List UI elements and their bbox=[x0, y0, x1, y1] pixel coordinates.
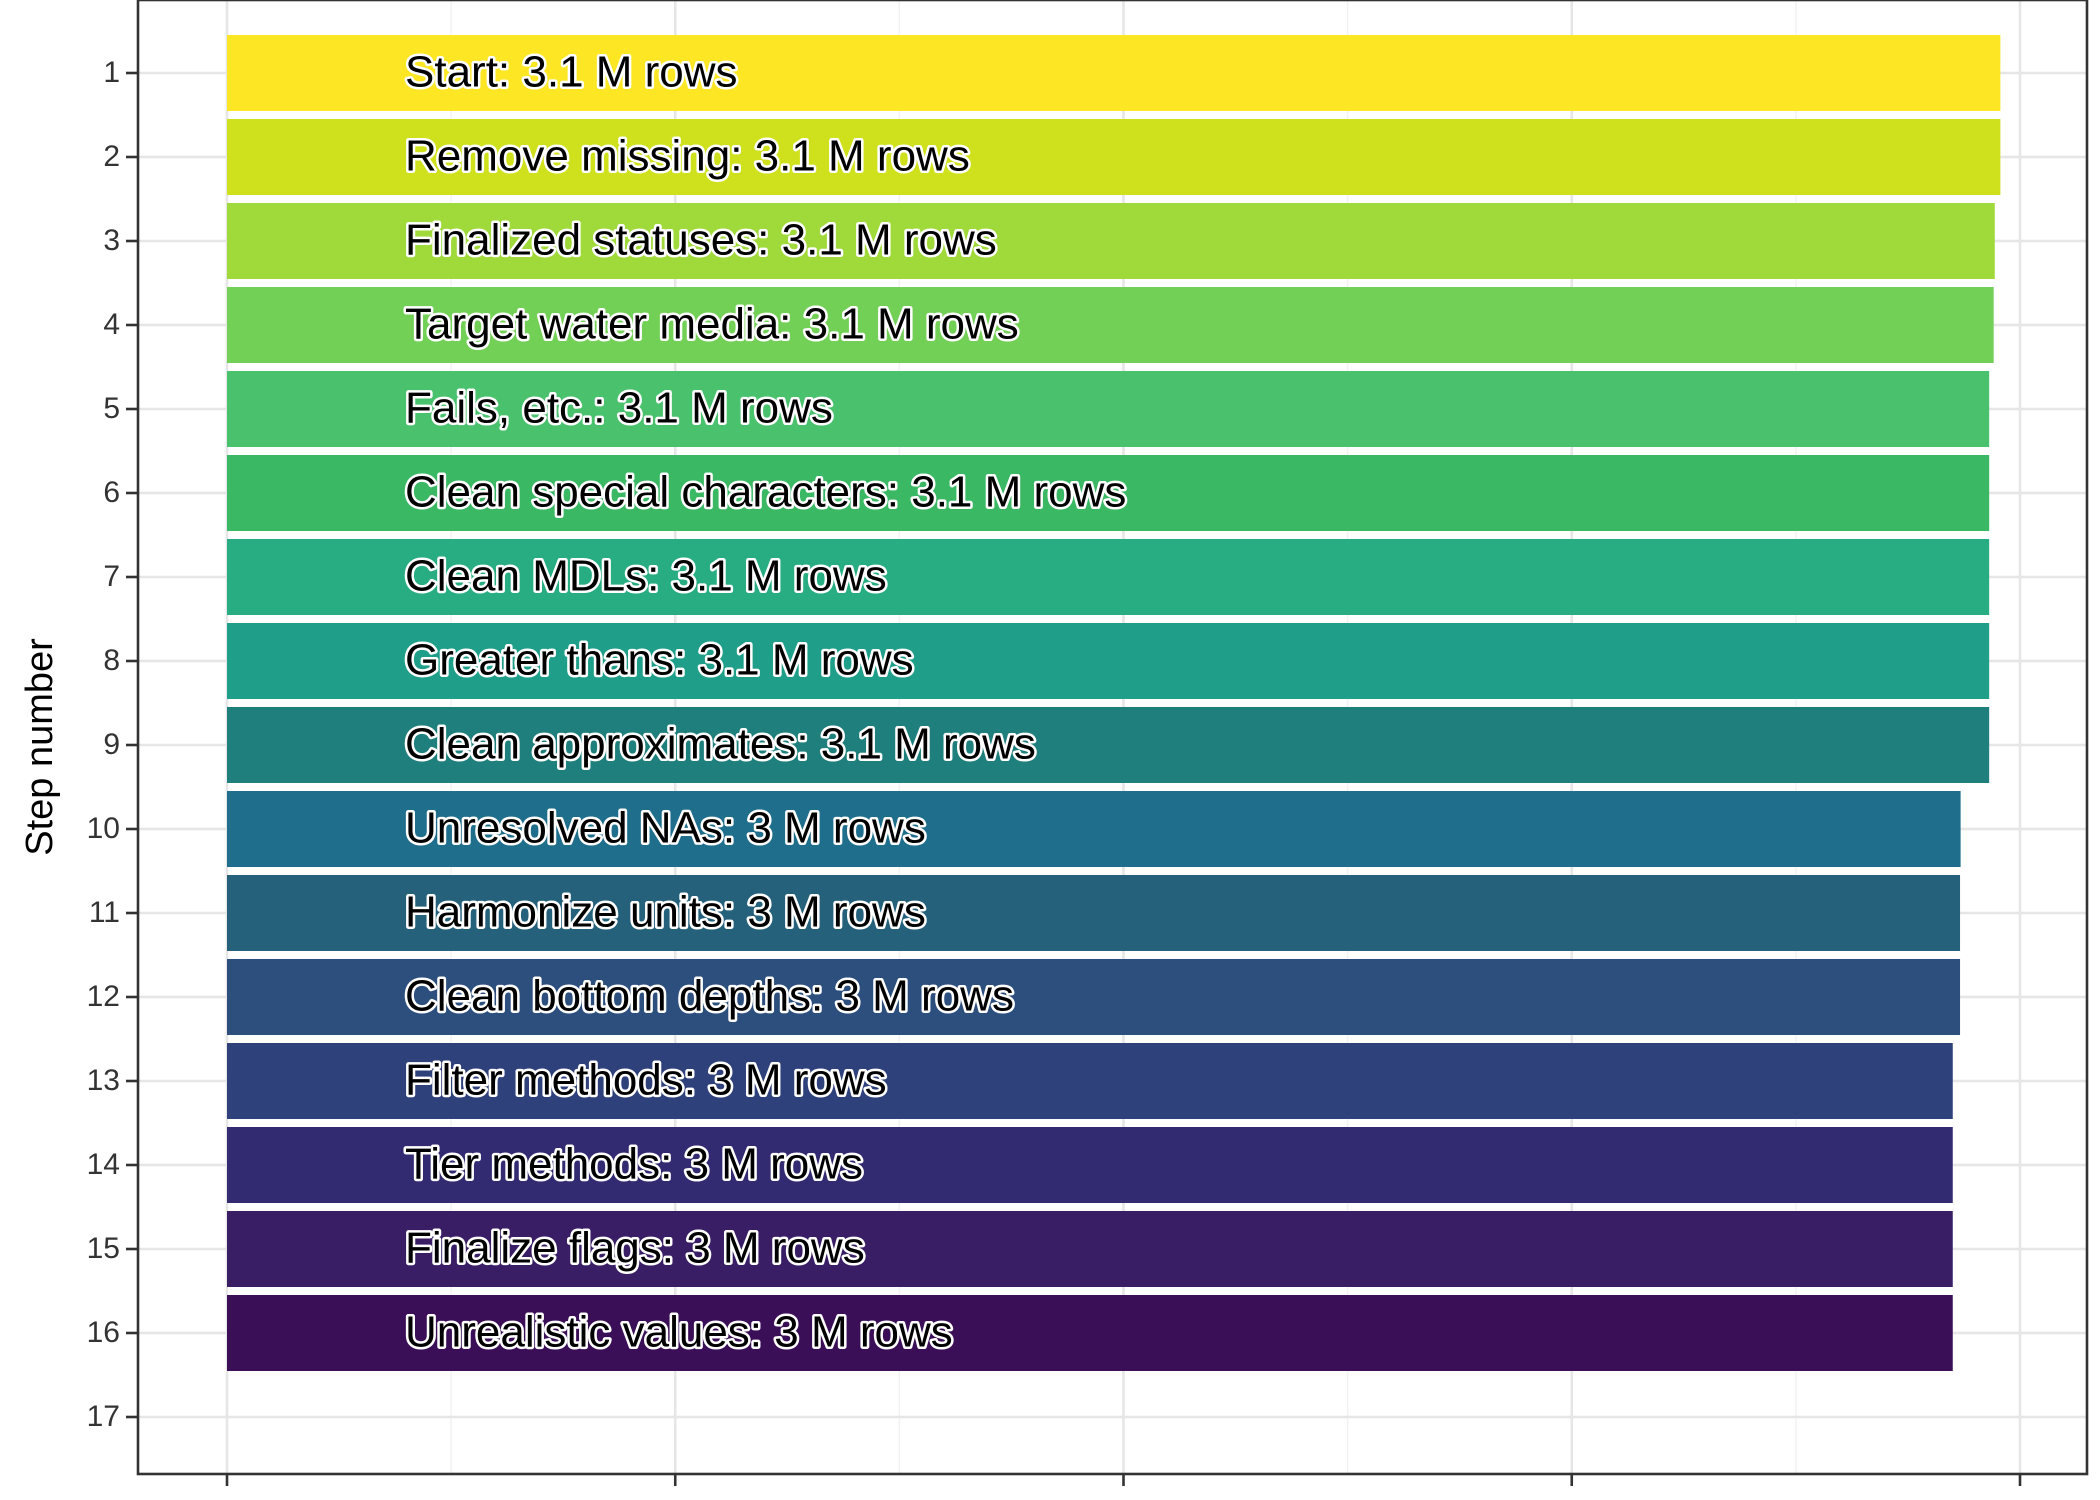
y-tick-label: 9 bbox=[103, 728, 120, 761]
y-tick-label: 2 bbox=[103, 140, 120, 173]
bar-label-step-6: Clean special characters: 3.1 M rows bbox=[405, 468, 1126, 517]
bar-label-step-11: Harmonize units: 3 M rows bbox=[405, 888, 926, 937]
bar-label-step-14: Tier methods: 3 M rows bbox=[405, 1140, 863, 1189]
bar-label-step-4: Target water media: 3.1 M rows bbox=[405, 300, 1019, 349]
step-bar-chart: Start: 3.1 M rows Remove missing: 3.1 M r… bbox=[0, 0, 2100, 1500]
y-tick-label: 8 bbox=[103, 644, 120, 677]
y-tick-label: 16 bbox=[87, 1316, 120, 1349]
bar-label-step-16: Unrealistic values: 3 M rows bbox=[405, 1308, 953, 1357]
y-tick-label: 7 bbox=[103, 560, 120, 593]
y-tick-label: 10 bbox=[87, 812, 120, 845]
y-tick-label: 15 bbox=[87, 1232, 120, 1265]
bar-label-step-1: Start: 3.1 M rows bbox=[405, 48, 738, 97]
y-tick-label: 3 bbox=[103, 224, 120, 257]
bar-label-step-15: Finalize flags: 3 M rows bbox=[405, 1224, 865, 1273]
y-tick-label: 6 bbox=[103, 476, 120, 509]
y-tick-label: 14 bbox=[87, 1148, 120, 1181]
bar-label-step-9: Clean approximates: 3.1 M rows bbox=[405, 720, 1036, 769]
bar-label-step-13: Filter methods: 3 M rows bbox=[405, 1056, 887, 1105]
y-tick-label: 11 bbox=[89, 896, 120, 929]
y-tick-label: 5 bbox=[103, 392, 120, 425]
bar-label-step-12: Clean bottom depths: 3 M rows bbox=[405, 972, 1014, 1021]
y-tick-label: 12 bbox=[87, 980, 120, 1013]
bar-label-step-7: Clean MDLs: 3.1 M rows bbox=[405, 552, 887, 601]
bar-label-step-8: Greater thans: 3.1 M rows bbox=[405, 636, 914, 685]
y-tick-label: 17 bbox=[87, 1400, 120, 1433]
y-axis-title: Step number bbox=[19, 638, 61, 856]
bar-label-step-2: Remove missing: 3.1 M rows bbox=[405, 132, 970, 181]
bar-label-step-3: Finalized statuses: 3.1 M rows bbox=[405, 216, 997, 265]
y-tick-label: 1 bbox=[103, 56, 120, 89]
y-tick-label: 4 bbox=[103, 308, 120, 341]
bar-label-step-10: Unresolved NAs: 3 M rows bbox=[405, 804, 926, 853]
bar-label-step-5: Fails, etc.: 3.1 M rows bbox=[405, 384, 833, 433]
chart-svg: Start: 3.1 M rows Remove missing: 3.1 M r… bbox=[19, 0, 2089, 1486]
y-tick-label: 13 bbox=[87, 1064, 120, 1097]
